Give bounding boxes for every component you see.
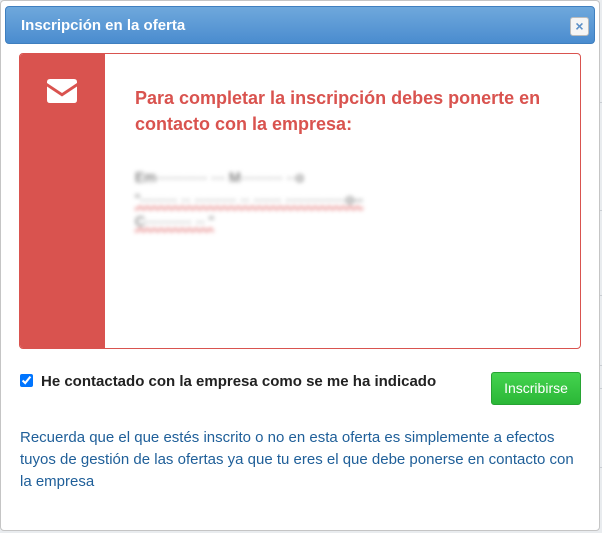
dialog-title: Inscripción en la oferta [21, 17, 186, 34]
contact-line: "········ ·· ········· ·· ······ ·······… [135, 191, 364, 207]
close-icon[interactable]: × [570, 17, 589, 36]
dialog-titlebar: Inscripción en la oferta × [5, 6, 595, 44]
contact-details: Em··········· ··· M········· ··o "······… [135, 166, 565, 232]
contact-line: C·········· ·· " [135, 213, 214, 229]
contact-notice: Para completar la inscripción debes pone… [19, 53, 581, 349]
notice-heading: Para completar la inscripción debes pone… [135, 88, 541, 134]
notice-icon-panel [20, 54, 105, 348]
info-note: Recuerda que el que estés inscrito o no … [20, 429, 574, 490]
contacted-checkbox[interactable] [20, 374, 33, 387]
subscribe-button[interactable]: Inscribirse [491, 372, 581, 405]
registration-dialog: Inscripción en la oferta × Para completa… [0, 0, 600, 531]
contact-line: Em··········· ··· M········· ··o [135, 169, 304, 185]
contacted-label[interactable]: He contactado con la empresa como se me … [41, 373, 436, 390]
envelope-icon [46, 78, 78, 109]
